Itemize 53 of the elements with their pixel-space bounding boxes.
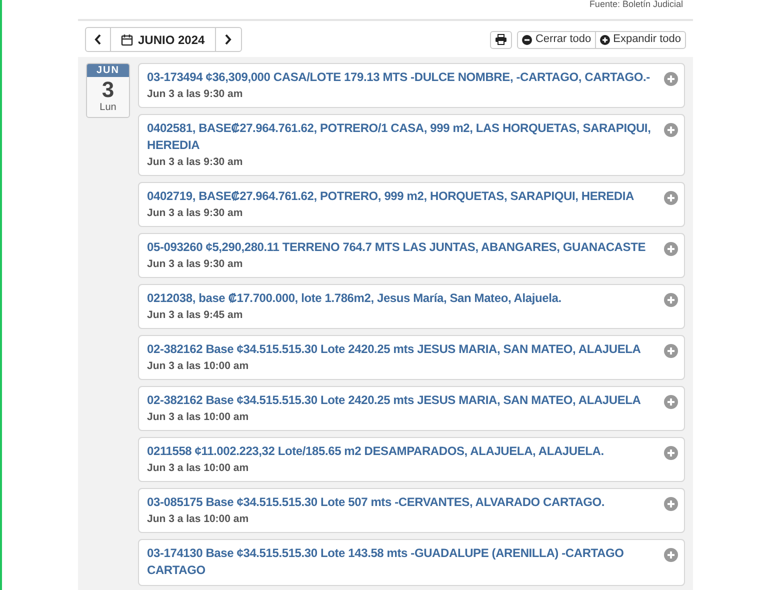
event-card[interactable]: 03-174130 Base ¢34.515.515.30 Lote 143.58 mts -GUADALUPE (ARENILLA) -CARTAGO CARTAGO bbox=[138, 539, 685, 586]
event-title[interactable]: 0402719, BASE₡27.964.761.62, POTRERO, 999 m2, HORQUETAS, SARAPIQUI, HEREDIA bbox=[147, 188, 680, 205]
expand-icon[interactable] bbox=[664, 293, 678, 307]
expand-all-button[interactable]: Expandir todo bbox=[595, 32, 685, 48]
expand-icon[interactable] bbox=[664, 395, 678, 409]
event-title[interactable]: 03-173494 ¢36,309,000 CASA/LOTE 179.13 MTS -DULCE NOMBRE, -CARTAGO, CARTAGO.- bbox=[147, 69, 680, 86]
event-time: Jun 3 a las 9:30 am bbox=[147, 87, 243, 101]
calendar-icon bbox=[121, 34, 133, 46]
event-card[interactable]: 02-382162 Base ¢34.515.515.30 Lote 2420.25 mts JESUS MARIA, SAN MATEO, ALAJUELA Jun 3 a las 10:00 am bbox=[138, 386, 685, 431]
month-abbreviation: JUN bbox=[87, 64, 129, 77]
chevron-right-icon bbox=[224, 34, 232, 45]
source-note: Fuente: Boletín Judicial bbox=[589, 0, 683, 10]
event-title[interactable]: 0402581, BASE₡27.964.761.62, POTRERO/1 CASA, 999 m2, LAS HORQUETAS, SARAPIQUI, HEREDIA bbox=[147, 120, 680, 154]
expand-icon[interactable] bbox=[664, 191, 678, 205]
event-time: Jun 3 a las 10:00 am bbox=[147, 512, 249, 526]
event-card[interactable]: 03-085175 Base ¢34.515.515.30 Lote 507 mts -CERVANTES, ALVARADO CARTAGO. Jun 3 a las 10:00 am bbox=[138, 488, 685, 533]
event-time: Jun 3 a las 9:30 am bbox=[147, 155, 243, 169]
minus-circle-icon bbox=[522, 34, 532, 44]
event-card[interactable]: 0402719, BASE₡27.964.761.62, POTRERO, 999 m2, HORQUETAS, SARAPIQUI, HEREDIA Jun 3 a las 9:30 am bbox=[138, 182, 685, 227]
event-card[interactable]: 02-382162 Base ¢34.515.515.30 Lote 2420.25 mts JESUS MARIA, SAN MATEO, ALAJUELA Jun 3 a las 10:00 am bbox=[138, 335, 685, 380]
expand-icon[interactable] bbox=[664, 497, 678, 511]
event-title[interactable]: 0212038, base ₡17.700.000, lote 1.786m2, Jesus María, San Mateo, Alajuela. bbox=[147, 290, 680, 307]
event-title[interactable]: 0211558 ¢11.002.223,32 Lote/185.65 m2 DESAMPARADOS, ALAJUELA, ALAJUELA. bbox=[147, 443, 680, 460]
chevron-left-icon bbox=[94, 34, 102, 45]
event-time: Jun 3 a las 9:30 am bbox=[147, 257, 243, 271]
expand-icon[interactable] bbox=[664, 446, 678, 460]
expand-icon[interactable] bbox=[664, 242, 678, 256]
event-time: Jun 3 a las 9:30 am bbox=[147, 206, 243, 220]
printer-icon bbox=[495, 34, 508, 45]
event-card[interactable]: 0211558 ¢11.002.223,32 Lote/185.65 m2 DESAMPARADOS, ALAJUELA, ALAJUELA. Jun 3 a las 10:00 am bbox=[138, 437, 685, 482]
expand-icon[interactable] bbox=[664, 548, 678, 562]
event-card[interactable]: 05-093260 ¢5,290,280.11 TERRENO 764.7 MTS LAS JUNTAS, ABANGARES, GUANACASTE Jun 3 a las 9:30 am bbox=[138, 233, 685, 278]
expand-icon[interactable] bbox=[664, 72, 678, 86]
month-label: JUNIO 2024 bbox=[111, 28, 216, 51]
event-card[interactable]: 03-173494 ¢36,309,000 CASA/LOTE 179.13 MTS -DULCE NOMBRE, -CARTAGO, CARTAGO.- Jun 3 a las 9:30 am bbox=[138, 63, 685, 108]
event-title[interactable]: 05-093260 ¢5,290,280.11 TERRENO 764.7 MTS LAS JUNTAS, ABANGARES, GUANACASTE bbox=[147, 239, 680, 256]
event-card[interactable]: 0402581, BASE₡27.964.761.62, POTRERO/1 CASA, 999 m2, LAS HORQUETAS, SARAPIQUI, HEREDIA Jun 3 a las 9:30 am bbox=[138, 114, 685, 176]
event-title[interactable]: 03-085175 Base ¢34.515.515.30 Lote 507 mts -CERVANTES, ALVARADO CARTAGO. bbox=[147, 494, 680, 511]
expand-icon[interactable] bbox=[664, 344, 678, 358]
event-title[interactable]: 02-382162 Base ¢34.515.515.30 Lote 2420.25 mts JESUS MARIA, SAN MATEO, ALAJUELA bbox=[147, 392, 680, 409]
event-card[interactable]: 0212038, base ₡17.700.000, lote 1.786m2, Jesus María, San Mateo, Alajuela. Jun 3 a las 9:45 am bbox=[138, 284, 685, 329]
event-title[interactable]: 02-382162 Base ¢34.515.515.30 Lote 2420.25 mts JESUS MARIA, SAN MATEO, ALAJUELA bbox=[147, 341, 680, 358]
event-time: Jun 3 a las 10:00 am bbox=[147, 461, 249, 475]
expand-icon[interactable] bbox=[664, 123, 678, 137]
print-button[interactable] bbox=[490, 30, 512, 48]
event-time: Jun 3 a las 9:45 am bbox=[147, 308, 243, 322]
event-time: Jun 3 a las 10:00 am bbox=[147, 359, 249, 373]
day-number: 3 bbox=[102, 78, 114, 102]
weekday: Lun bbox=[100, 102, 116, 114]
collapse-all-button[interactable]: Cerrar todo bbox=[518, 32, 596, 48]
plus-circle-icon bbox=[600, 34, 610, 44]
event-title[interactable]: 03-174130 Base ¢34.515.515.30 Lote 143.58 mts -GUADALUPE (ARENILLA) -CARTAGO CARTAGO bbox=[147, 545, 680, 579]
event-time: Jun 3 a las 10:00 am bbox=[147, 410, 249, 424]
